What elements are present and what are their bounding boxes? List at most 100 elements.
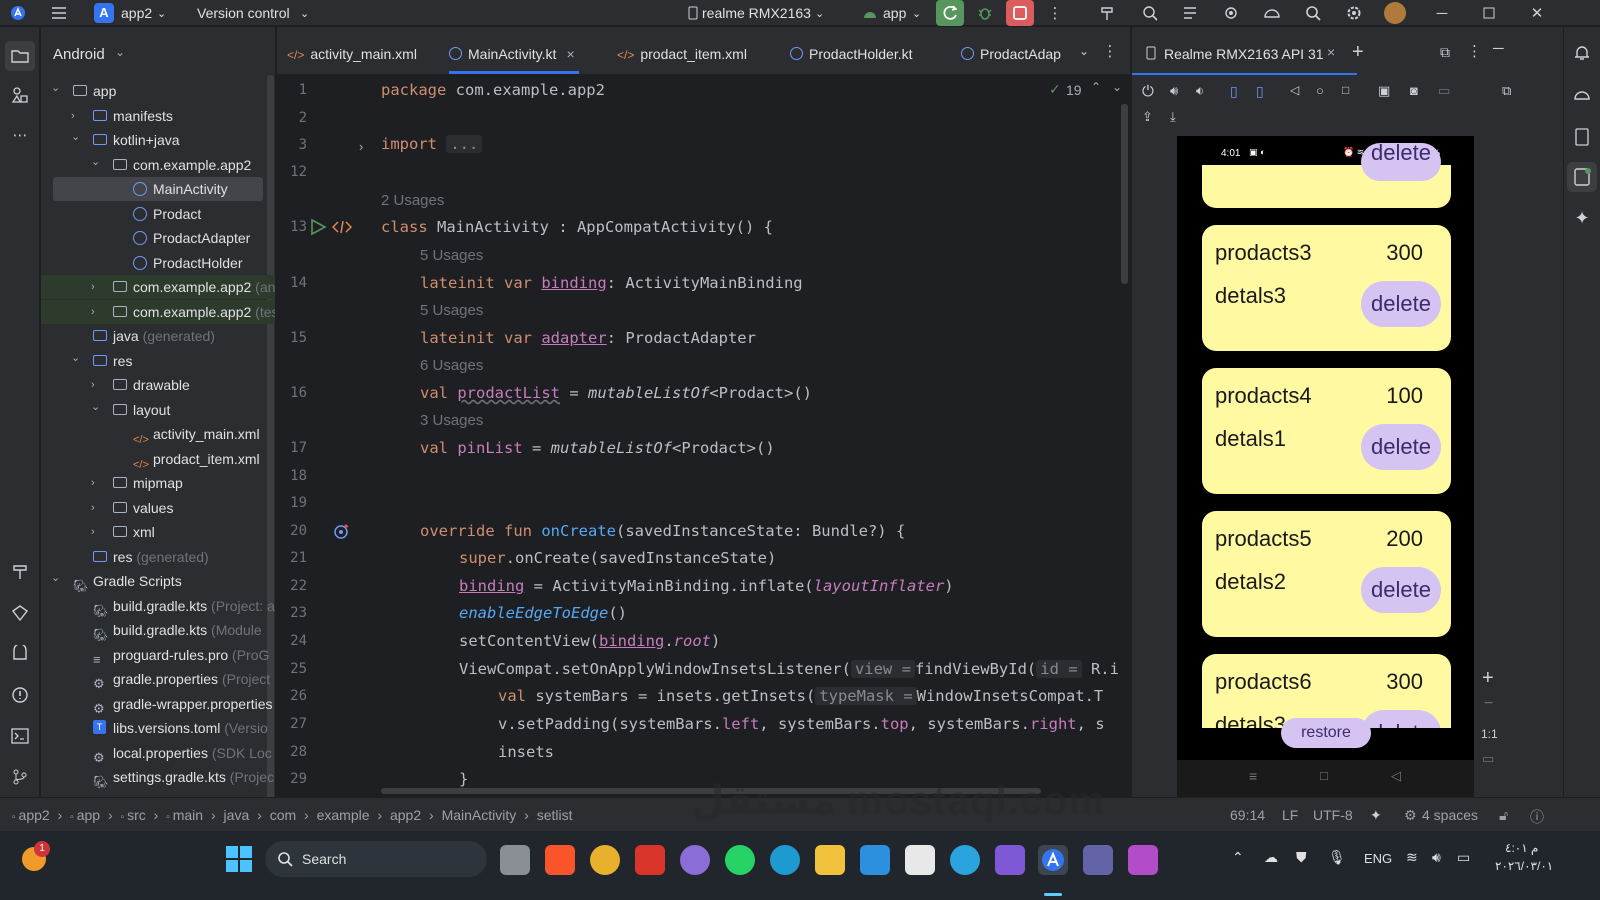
show-hidden-icons-chevron[interactable]: ⌃ [1232, 849, 1244, 866]
usages-hint[interactable]: 5 Usages [420, 247, 483, 264]
expanded-chevron-icon[interactable]: ⌄ [91, 150, 103, 174]
rotate-left-icon[interactable]: ▯ [1230, 83, 1238, 100]
build-icon[interactable] [10, 562, 30, 582]
edge-icon[interactable] [770, 845, 800, 875]
sdk-manager-icon[interactable] [1221, 3, 1241, 23]
android-studio-logo-icon[interactable] [8, 3, 28, 23]
add-device-icon[interactable]: + [1352, 41, 1364, 64]
tree-item[interactable]: 🐘︎ settings.gradle.kts (Projec [41, 765, 275, 789]
caret-position[interactable]: 69:14 [1230, 807, 1265, 823]
delete-button[interactable]: delete [1361, 142, 1441, 181]
editor-tab[interactable]: ProdactHolder.kt [790, 27, 913, 74]
tree-item[interactable]: 🐘︎ build.gradle.kts (Project: a [41, 594, 275, 618]
terminal-icon[interactable] [10, 726, 30, 746]
mirror-icon[interactable]: ▣ [1378, 83, 1390, 99]
device-settings-icon[interactable]: ⧉ [1502, 83, 1511, 99]
tree-item[interactable]: 🐘︎ build.gradle.kts (Module [41, 618, 275, 642]
debug-bug-icon[interactable] [975, 3, 995, 23]
restore-button[interactable]: restore [1281, 718, 1371, 748]
collapsed-chevron-icon[interactable]: › [91, 496, 103, 520]
notifications-bell-icon[interactable] [1572, 43, 1592, 63]
back-icon[interactable]: ◁ [1290, 83, 1299, 97]
volume-up-icon[interactable]: 🔊︎ [1170, 83, 1178, 99]
tab-list-chevron-icon[interactable]: ⌄ [1074, 41, 1094, 61]
delete-button[interactable]: delete [1361, 281, 1441, 327]
gemini-icon[interactable] [10, 603, 30, 623]
breadcrumb-item[interactable]: example [317, 807, 370, 823]
device-selector[interactable]: realme RMX2163 [702, 5, 811, 21]
folded-imports[interactable]: ... [446, 135, 483, 153]
security-icon[interactable]: ⛊ [1296, 849, 1307, 866]
expanded-chevron-icon[interactable]: ⌄ [51, 566, 63, 590]
tree-item[interactable]: ProdactAdapter [41, 226, 275, 250]
editor-tab[interactable]: ProdactAdap [961, 27, 1061, 74]
volume-down-icon[interactable]: 🔉︎ [1196, 83, 1204, 99]
delete-button[interactable]: delete [1361, 710, 1441, 728]
tree-item[interactable]: ⌄ layout [41, 398, 275, 422]
expanded-chevron-icon[interactable]: ⌄ [51, 76, 63, 100]
vcs-menu[interactable]: Version control [197, 5, 290, 21]
code-editor[interactable]: 1 2 3 12 13 14 15 16 17 18 19 20 21 22 23 24 25 26 27 28 29 … [277, 76, 1130, 796]
open-external-icon[interactable]: ⧉ [1440, 44, 1450, 61]
breadcrumb-item[interactable]: com [270, 807, 296, 823]
apply-changes-button[interactable] [936, 0, 964, 26]
tree-item[interactable]: › com.example.app2 (an [41, 275, 275, 299]
sync-gradle-icon[interactable] [1180, 3, 1200, 23]
close-icon[interactable]: ✕ [1527, 3, 1547, 23]
project-name[interactable]: app2 [121, 5, 152, 21]
run-gutter-icon[interactable] [309, 218, 327, 236]
gemini-sparkle-icon[interactable]: ✦ [1572, 208, 1592, 228]
tree-item[interactable]: Tlibs.versions.toml (Versio [41, 716, 275, 740]
zoom-actual-size[interactable]: 1:1 [1481, 727, 1498, 741]
wps-office-icon[interactable] [635, 845, 665, 875]
collapsed-chevron-icon[interactable]: › [71, 104, 83, 128]
record-icon[interactable]: ▭ [1438, 83, 1450, 99]
project-view-button[interactable] [5, 41, 35, 71]
line-separator[interactable]: LF [1282, 807, 1298, 823]
collapsed-chevron-icon[interactable]: › [91, 275, 103, 299]
more-vertical-icon[interactable]: ⋮ [1045, 3, 1065, 23]
device-tab[interactable]: Realme RMX2163 API 31 × [1132, 27, 1357, 75]
tree-item[interactable]: › xml [41, 520, 275, 544]
run-config-selector[interactable]: app [883, 5, 906, 21]
tree-item[interactable]: ⚙ local.properties (SDK Loc [41, 741, 275, 765]
next-highlight-icon[interactable]: ⌄ [1112, 80, 1122, 94]
rotate-right-icon[interactable]: ▯ [1256, 83, 1264, 100]
tree-item[interactable]: ≡ proguard-rules.pro (ProG [41, 643, 275, 667]
more-vertical-icon[interactable]: ⋮ [1467, 42, 1482, 60]
breadcrumb-item[interactable]: ▫ main [166, 807, 203, 823]
onedrive-icon[interactable]: ☁ [1264, 849, 1278, 866]
tree-item[interactable]: ProdactHolder [41, 251, 275, 275]
home-icon[interactable]: ○ [1316, 83, 1324, 98]
search-icon[interactable] [1303, 3, 1323, 23]
download-icon[interactable]: ⤓ [1170, 109, 1176, 125]
nav-home-icon[interactable]: □ [1320, 768, 1328, 783]
close-tab-icon[interactable]: × [566, 46, 574, 62]
breadcrumb-item[interactable]: MainActivity [442, 807, 517, 823]
tree-item[interactable]: ⌄ kotlin+java [41, 128, 275, 152]
logcat-icon[interactable] [10, 644, 30, 664]
delete-button[interactable]: delete [1361, 424, 1441, 470]
android-studio-taskbar-icon[interactable] [1038, 845, 1068, 875]
build-hammer-icon[interactable] [1098, 3, 1118, 23]
minimize-icon[interactable]: ─ [1432, 3, 1452, 23]
clock-time[interactable]: م ٤:٠١ [1505, 841, 1538, 855]
chrome-icon[interactable] [590, 845, 620, 875]
tree-item[interactable]: ⌄ com.example.app2 [41, 150, 275, 177]
stop-button[interactable] [1006, 0, 1034, 26]
editor-tab[interactable]: </> prodact_item.xml [617, 27, 747, 74]
tree-item[interactable]: › manifests [41, 104, 275, 128]
hide-panel-icon[interactable]: ─ [1493, 40, 1504, 57]
delete-button[interactable]: delete [1361, 567, 1441, 613]
battery-icon[interactable]: ▭ [1457, 849, 1470, 866]
wifi-icon[interactable]: ≋ [1406, 849, 1418, 866]
device-explorer-icon[interactable] [1572, 127, 1592, 147]
tree-item[interactable]: res (generated) [41, 545, 275, 569]
fold-chevron-icon[interactable]: › [359, 139, 363, 154]
usages-hint[interactable]: 2 Usages [381, 192, 444, 209]
project-view-selector[interactable]: Android [53, 46, 105, 63]
teams-icon[interactable] [1083, 845, 1113, 875]
prev-highlight-icon[interactable]: ⌃ [1091, 80, 1101, 94]
microsoft-store-icon[interactable] [905, 845, 935, 875]
tree-item[interactable]: › mipmap [41, 471, 275, 495]
